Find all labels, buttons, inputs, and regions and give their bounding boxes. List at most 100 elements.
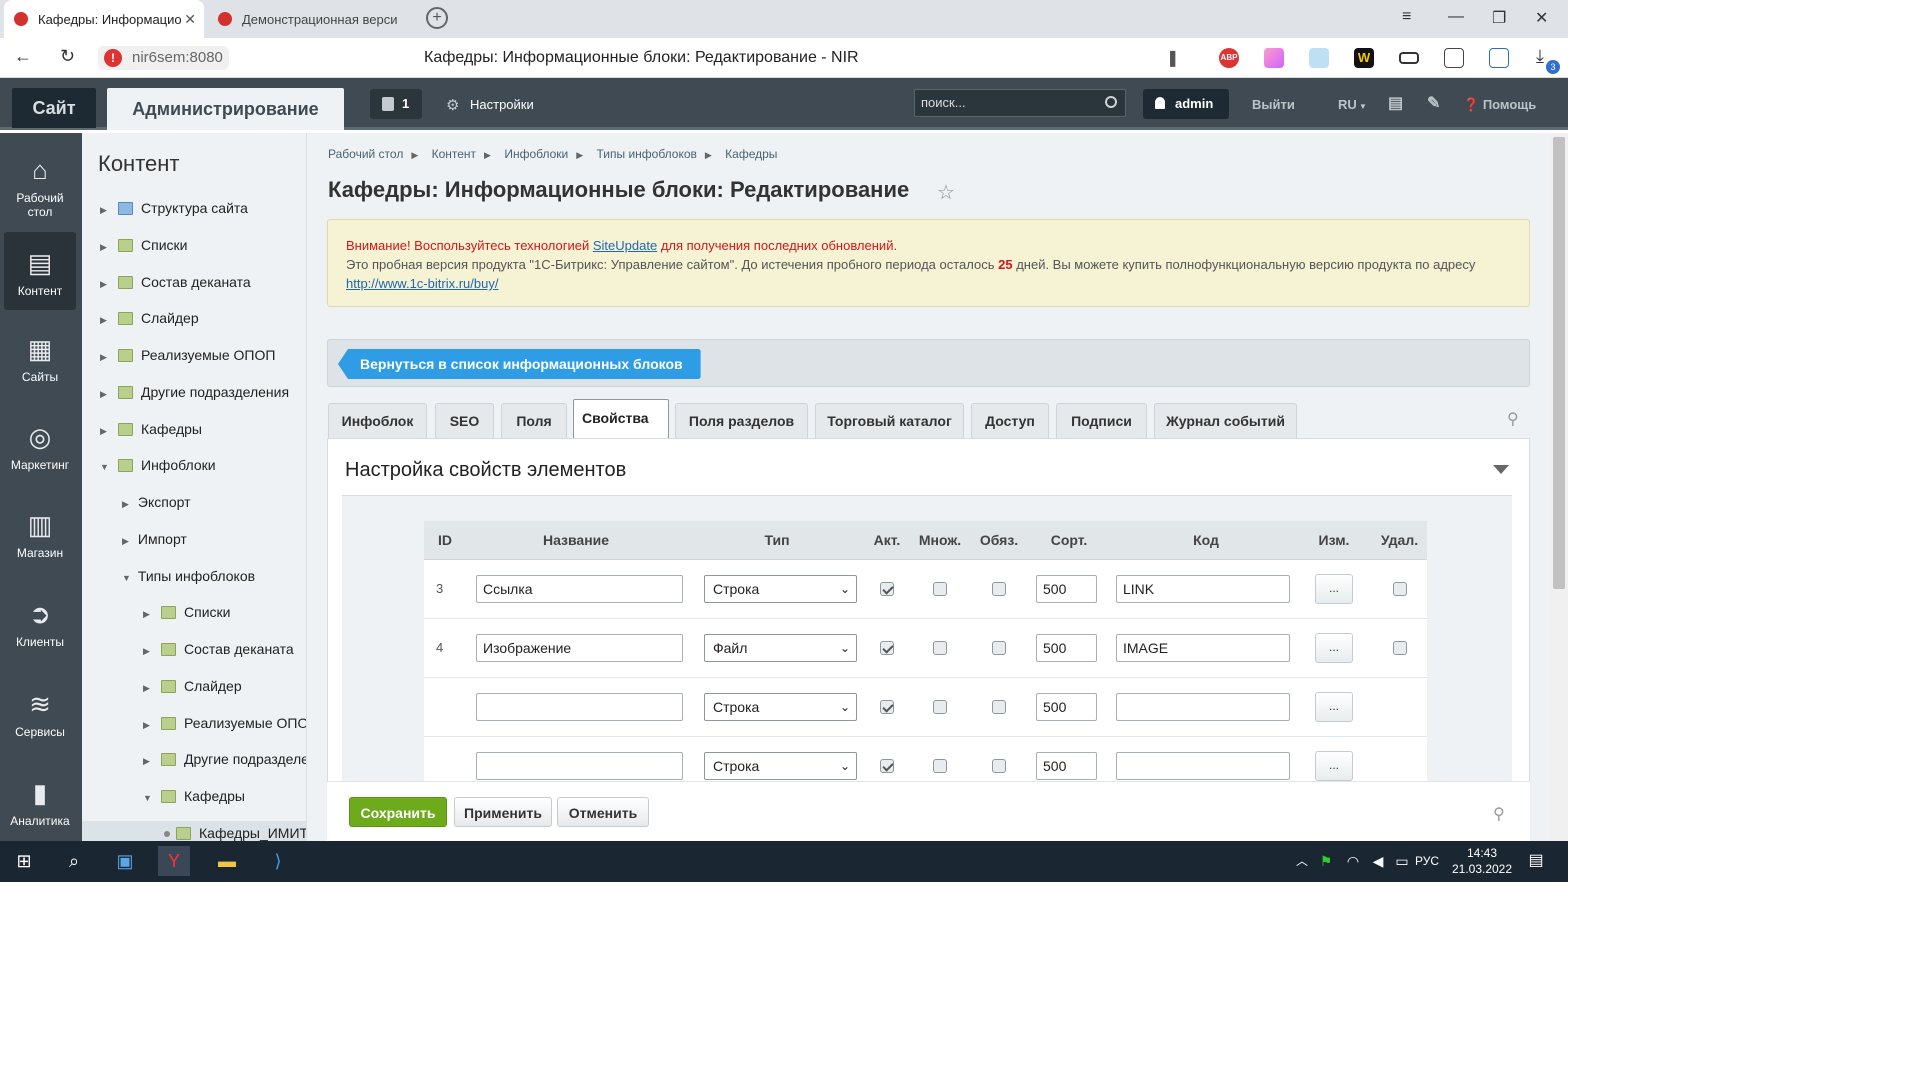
edit-property-button[interactable]: ... bbox=[1315, 632, 1353, 663]
cancel-button[interactable]: Отменить bbox=[557, 797, 649, 827]
required-checkbox[interactable] bbox=[992, 700, 1006, 715]
site-mode-button[interactable]: Сайт bbox=[12, 88, 96, 128]
chevron-right-icon[interactable]: ▶ bbox=[100, 274, 112, 294]
multiple-checkbox[interactable] bbox=[933, 759, 947, 774]
clock[interactable]: 14:43 21.03.2022 bbox=[1447, 845, 1517, 877]
search-input[interactable]: поиск... bbox=[914, 89, 1126, 117]
edit-property-button[interactable]: ... bbox=[1315, 691, 1353, 722]
logout-link[interactable]: Выйти bbox=[1252, 97, 1295, 112]
tree-item[interactable]: ▶ Другие подразделения bbox=[143, 749, 306, 771]
required-checkbox[interactable] bbox=[992, 582, 1006, 597]
breadcrumb-item[interactable]: Контент bbox=[432, 147, 476, 161]
property-name-input[interactable] bbox=[476, 751, 683, 780]
windows-start-icon[interactable]: ⊞ bbox=[8, 846, 40, 876]
tree-item[interactable]: ▼ Типы инфоблоков bbox=[122, 566, 255, 586]
back-to-list-button[interactable]: Вернуться в список информационных блоков bbox=[338, 349, 701, 379]
tab-section-fields[interactable]: Поля разделов bbox=[675, 403, 808, 438]
w-extension-icon[interactable]: W bbox=[1354, 48, 1374, 68]
breadcrumb-item[interactable]: Типы инфоблоков bbox=[596, 147, 696, 161]
admin-mode-button[interactable]: Администрирование bbox=[107, 88, 344, 130]
keyboard-language[interactable]: РУС bbox=[1415, 854, 1439, 868]
menu-item-clients[interactable]: ➲ Клиенты bbox=[4, 583, 76, 661]
reload-icon[interactable]: ↻ bbox=[60, 46, 75, 67]
insecure-warning-icon[interactable]: ! bbox=[104, 49, 122, 67]
restore-icon[interactable]: ❐ bbox=[1492, 8, 1506, 28]
menu-item-services[interactable]: ≋ Сервисы bbox=[4, 673, 76, 751]
property-type-select[interactable]: Строка ⌄ bbox=[704, 692, 857, 721]
menu-icon[interactable]: ≡ bbox=[1402, 8, 1411, 26]
required-checkbox[interactable] bbox=[992, 759, 1006, 774]
sort-input[interactable]: 500 bbox=[1036, 633, 1097, 662]
code-input[interactable]: IMAGE bbox=[1116, 633, 1290, 662]
notifications-button[interactable]: 1 bbox=[370, 89, 422, 119]
tree-item[interactable]: ▶ Списки bbox=[100, 235, 187, 255]
tab-captions[interactable]: Подписи bbox=[1056, 403, 1147, 438]
tree-item[interactable]: ▶ Слайдер bbox=[143, 676, 242, 696]
chevron-right-icon[interactable]: ▶ bbox=[100, 347, 112, 367]
tree-item[interactable]: ▶ Кафедры bbox=[100, 419, 202, 439]
multiple-checkbox[interactable] bbox=[933, 700, 947, 715]
pin-icon[interactable]: ⚲ bbox=[1507, 409, 1519, 429]
menu-item-shop[interactable]: ▥ Магазин bbox=[4, 494, 76, 572]
tree-item[interactable]: ▶ Состав деканата bbox=[100, 272, 251, 292]
chevron-right-icon[interactable]: ▶ bbox=[122, 494, 134, 514]
tree-item[interactable]: ▶ Состав деканата bbox=[143, 639, 294, 659]
browser-tab-active[interactable]: Кафедры: Информацио ✕ bbox=[4, 0, 204, 38]
tab-trade-catalog[interactable]: Торговый каталог bbox=[815, 403, 964, 438]
chevron-right-icon[interactable]: ▶ bbox=[122, 531, 134, 551]
tab-event-log[interactable]: Журнал событий bbox=[1154, 403, 1297, 438]
translate-extension-icon[interactable] bbox=[1444, 48, 1464, 68]
tree-item[interactable]: ▶ Импорт bbox=[122, 529, 187, 549]
back-arrow-icon[interactable]: ← bbox=[14, 46, 32, 67]
search-icon[interactable]: ⌕ bbox=[58, 846, 90, 876]
tree-item[interactable]: ▶ Реализуемые ОПОП bbox=[100, 345, 275, 365]
tree-item[interactable]: ▼ Кафедры bbox=[143, 786, 245, 806]
chevron-right-icon[interactable]: ▶ bbox=[143, 604, 155, 624]
close-tab-icon[interactable]: ✕ bbox=[184, 11, 196, 28]
chevron-down-icon[interactable]: ▼ bbox=[100, 457, 112, 477]
save-button[interactable]: Сохранить bbox=[349, 797, 447, 827]
delete-checkbox[interactable] bbox=[1392, 641, 1407, 656]
close-window-icon[interactable]: ✕ bbox=[1535, 8, 1548, 28]
edit-property-button[interactable]: ... bbox=[1315, 750, 1353, 781]
vscode-icon[interactable]: ⟩ bbox=[262, 846, 294, 876]
gradient-extension-icon[interactable] bbox=[1264, 48, 1284, 68]
breadcrumb-item[interactable]: Инфоблоки bbox=[504, 147, 568, 161]
breadcrumb-item[interactable]: Рабочий стол bbox=[328, 147, 403, 161]
chevron-right-icon[interactable]: ▶ bbox=[100, 421, 112, 441]
property-type-select[interactable]: Файл ⌄ bbox=[704, 633, 857, 662]
yandex-browser-icon[interactable]: Y bbox=[158, 846, 190, 876]
tree-item-selected[interactable]: Кафедры_ИМИТ bbox=[82, 821, 306, 841]
address-host[interactable]: ! nir6sem:8080 bbox=[98, 46, 229, 70]
bird-extension-icon[interactable] bbox=[1309, 48, 1329, 68]
active-checkbox[interactable] bbox=[880, 700, 894, 715]
chevron-right-icon[interactable]: ▶ bbox=[143, 641, 155, 661]
tree-item[interactable]: ▶ Списки bbox=[143, 602, 230, 622]
search-icon[interactable] bbox=[1105, 96, 1117, 108]
edit-property-button[interactable]: ... bbox=[1315, 573, 1353, 604]
favorite-star-icon[interactable]: ☆ bbox=[937, 180, 955, 205]
pin-icon[interactable]: ⚲ bbox=[1493, 804, 1505, 824]
property-name-input[interactable] bbox=[476, 692, 683, 721]
minimize-icon[interactable]: — bbox=[1448, 8, 1464, 26]
tree-item[interactable]: ▶ Реализуемые ОПОП bbox=[143, 713, 306, 733]
chevron-right-icon[interactable]: ▶ bbox=[100, 200, 112, 220]
tree-item[interactable]: ▶ Экспорт bbox=[122, 492, 191, 512]
sort-input[interactable]: 500 bbox=[1036, 692, 1097, 721]
tab-properties[interactable]: Свойства bbox=[573, 399, 669, 439]
active-checkbox[interactable] bbox=[880, 582, 894, 597]
sort-input[interactable]: 500 bbox=[1036, 574, 1097, 603]
chevron-right-icon[interactable]: ▶ bbox=[100, 384, 112, 404]
tab-seo[interactable]: SEO bbox=[435, 403, 494, 438]
tree-item[interactable]: ▶ Слайдер bbox=[100, 308, 199, 328]
bookmark-icon[interactable]: ❚ bbox=[1166, 48, 1186, 68]
app-icon[interactable]: ▣ bbox=[109, 846, 141, 876]
language-switch[interactable]: RU ▼ bbox=[1338, 97, 1367, 112]
multiple-checkbox[interactable] bbox=[933, 641, 947, 656]
required-checkbox[interactable] bbox=[992, 641, 1006, 656]
adblock-icon[interactable]: ABP bbox=[1219, 48, 1239, 68]
notifications-center-icon[interactable]: ▤ bbox=[1520, 846, 1552, 876]
chevron-right-icon[interactable]: ▶ bbox=[143, 678, 155, 698]
chevron-right-icon[interactable]: ▶ bbox=[143, 751, 155, 771]
active-checkbox[interactable] bbox=[880, 641, 894, 656]
